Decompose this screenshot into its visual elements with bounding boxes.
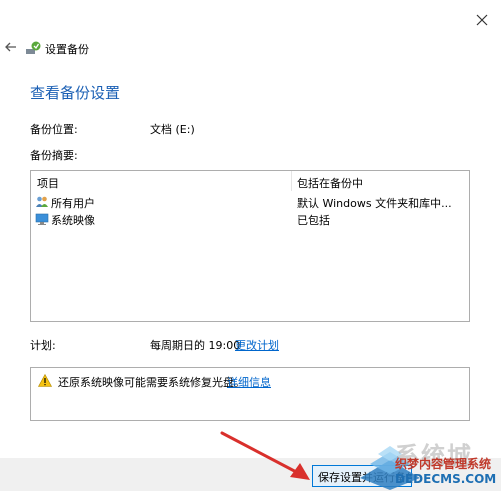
change-schedule-link[interactable]: 更改计划 [235, 337, 279, 353]
page-title: 查看备份设置 [30, 84, 121, 102]
system-image-icon [35, 212, 49, 226]
column-divider[interactable] [291, 171, 292, 191]
row-item-value: 已包括 [297, 214, 330, 227]
schedule-value: 每周期日的 19:00 [150, 339, 241, 352]
table-header: 项目 包括在备份中 [31, 171, 469, 191]
users-icon [35, 195, 49, 209]
warning-box: 还原系统映像可能需要系统修复光盘。 详细信息 [30, 367, 470, 421]
table-row[interactable]: 系统映像 已包括 [31, 210, 469, 228]
row-item-name: 所有用户 [51, 197, 95, 210]
watermark-text-red: 织梦内容管理系统 [395, 457, 492, 471]
watermark-text-blue: DEDECMS.COM [395, 472, 497, 486]
more-info-link[interactable]: 详细信息 [227, 374, 271, 390]
warning-icon [37, 373, 53, 387]
column-header-item[interactable]: 项目 [37, 175, 59, 191]
backup-summary-table: 项目 包括在备份中 所有用户 默认 Windows 文件夹和库中... 系统映像… [30, 170, 470, 322]
back-arrow-icon [5, 42, 16, 52]
table-row[interactable]: 所有用户 默认 Windows 文件夹和库中... [31, 193, 469, 211]
backup-location-label: 备份位置: [30, 123, 78, 136]
back-button[interactable] [4, 40, 18, 54]
close-icon [476, 14, 488, 26]
backup-location-value: 文档 (E:) [150, 123, 195, 136]
backup-summary-label: 备份摘要: [30, 149, 78, 162]
column-header-included[interactable]: 包括在备份中 [297, 175, 363, 191]
close-button[interactable] [474, 12, 490, 28]
schedule-label: 计划: [30, 339, 56, 352]
warning-text: 还原系统映像可能需要系统修复光盘。 [58, 376, 245, 389]
red-arrow-annotation [220, 431, 310, 480]
row-item-name: 系统映像 [51, 214, 95, 227]
backup-icon [25, 40, 41, 56]
row-item-value: 默认 Windows 文件夹和库中... [297, 197, 452, 210]
window-title: 设置备份 [45, 43, 89, 56]
